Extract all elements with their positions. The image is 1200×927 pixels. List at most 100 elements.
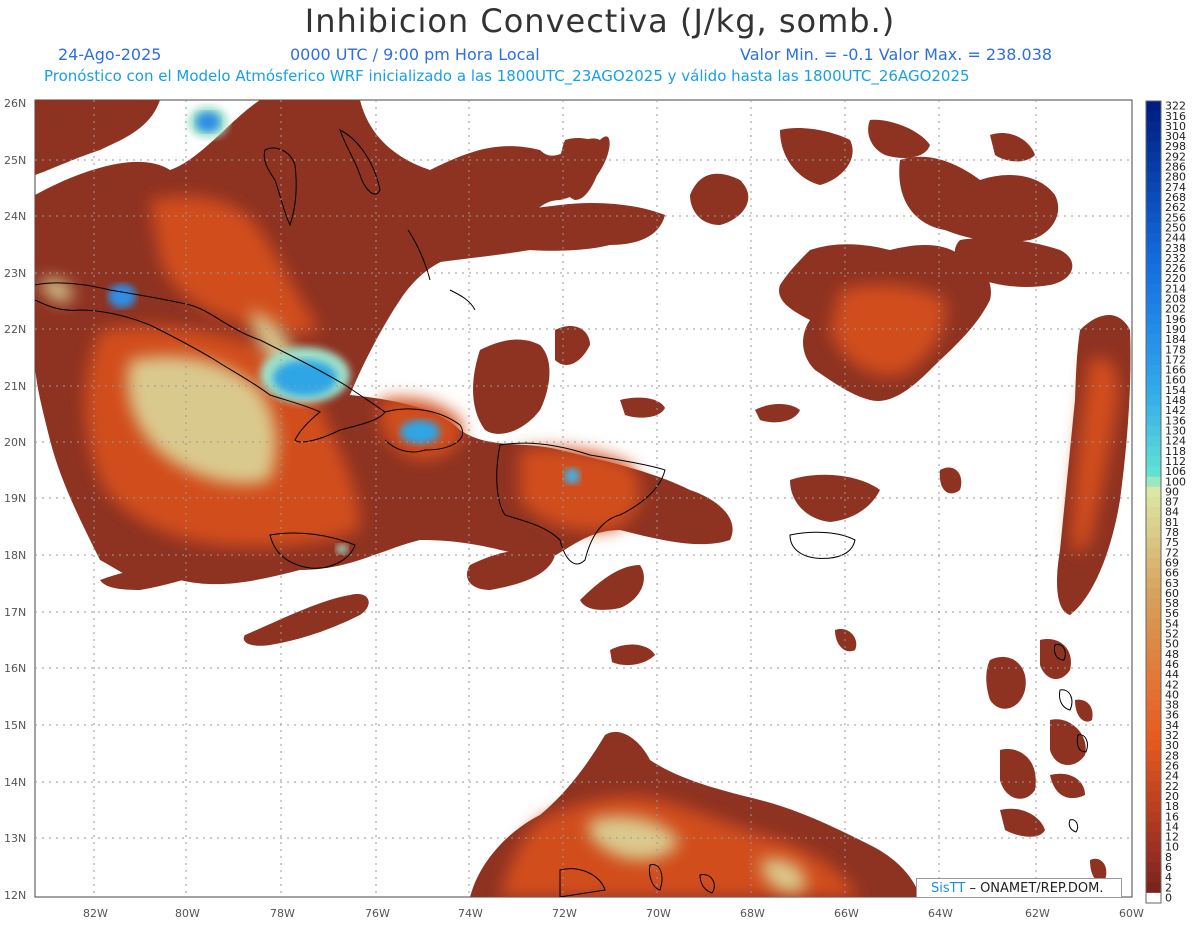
colorbar-swatch bbox=[1146, 659, 1161, 670]
lat-label: 26N bbox=[4, 97, 26, 110]
colorbar-swatch bbox=[1146, 527, 1161, 539]
colorbar-swatch bbox=[1146, 821, 1161, 833]
colorbar-swatch bbox=[1146, 730, 1161, 742]
colorbar-swatch bbox=[1146, 486, 1161, 498]
lat-label: 12N bbox=[4, 889, 26, 902]
lon-label: 76W bbox=[365, 907, 390, 920]
colorbar-swatch bbox=[1146, 253, 1161, 264]
colorbar-swatch bbox=[1146, 202, 1161, 214]
colorbar-swatch bbox=[1146, 375, 1161, 386]
colorbar: 3223163103042982922862802742682622562502… bbox=[1145, 100, 1186, 904]
colorbar-swatch bbox=[1146, 101, 1161, 112]
colorbar-swatch bbox=[1146, 872, 1161, 884]
colorbar-swatch bbox=[1146, 293, 1161, 305]
colorbar-swatch bbox=[1146, 385, 1161, 396]
colorbar-swatch bbox=[1146, 121, 1161, 132]
colorbar-swatch bbox=[1146, 588, 1161, 599]
colorbar-swatch bbox=[1146, 496, 1161, 508]
colorbar-swatch bbox=[1146, 557, 1161, 569]
lon-label: 74W bbox=[458, 907, 483, 920]
lon-label: 66W bbox=[834, 907, 859, 920]
lat-label: 23N bbox=[4, 267, 26, 280]
colorbar-swatch bbox=[1146, 131, 1161, 143]
colorbar-swatch bbox=[1146, 151, 1161, 163]
colorbar-swatch bbox=[1146, 791, 1161, 802]
colorbar-swatch bbox=[1146, 141, 1161, 153]
lat-label: 13N bbox=[4, 832, 26, 845]
colorbar-swatch bbox=[1146, 547, 1161, 559]
colorbar-swatch bbox=[1146, 334, 1161, 346]
colorbar-swatch bbox=[1146, 436, 1161, 447]
colorbar-swatch bbox=[1146, 699, 1161, 711]
lat-label: 18N bbox=[4, 549, 26, 562]
lon-label: 78W bbox=[270, 907, 295, 920]
colorbar-swatch bbox=[1146, 862, 1161, 874]
lon-label: 62W bbox=[1025, 907, 1050, 920]
lat-label: 15N bbox=[4, 719, 26, 732]
lon-label: 72W bbox=[552, 907, 577, 920]
colorbar-swatch bbox=[1146, 415, 1161, 427]
lat-label: 14N bbox=[4, 776, 26, 789]
colorbar-swatch bbox=[1146, 324, 1161, 335]
credit-text: – ONAMET/REP.DOM. bbox=[969, 881, 1104, 896]
colorbar-swatch bbox=[1146, 750, 1161, 762]
colorbar-swatch bbox=[1146, 842, 1161, 853]
colorbar-swatch bbox=[1146, 801, 1161, 813]
lat-label: 20N bbox=[4, 436, 26, 449]
colorbar-swatch bbox=[1146, 618, 1161, 630]
lon-label: 70W bbox=[646, 907, 671, 920]
colorbar-swatch bbox=[1146, 639, 1161, 650]
colorbar-swatch bbox=[1146, 344, 1161, 356]
colorbar-swatch bbox=[1146, 760, 1161, 772]
colorbar-swatch bbox=[1146, 598, 1161, 610]
colorbar-swatch bbox=[1146, 273, 1161, 285]
lon-label: 64W bbox=[928, 907, 953, 920]
lon-label: 80W bbox=[175, 907, 200, 920]
sistt-logo: SisTT bbox=[931, 881, 966, 896]
lat-label: 24N bbox=[4, 210, 26, 223]
lat-label: 25N bbox=[4, 154, 26, 167]
colorbar-swatch bbox=[1146, 222, 1161, 234]
colorbar-swatch bbox=[1146, 182, 1161, 193]
lat-label: 19N bbox=[4, 492, 26, 505]
colorbar-swatch bbox=[1146, 354, 1161, 366]
colorbar-swatch bbox=[1146, 263, 1161, 275]
colorbar-swatch bbox=[1146, 507, 1161, 518]
colorbar-swatch bbox=[1146, 771, 1161, 782]
colorbar-swatch bbox=[1146, 628, 1161, 640]
colorbar-swatch bbox=[1146, 831, 1161, 843]
lat-label: 22N bbox=[4, 323, 26, 336]
colorbar-swatch bbox=[1146, 578, 1161, 589]
colorbar-swatch bbox=[1146, 669, 1161, 681]
colorbar-swatch bbox=[1146, 567, 1161, 579]
colorbar-swatch bbox=[1146, 192, 1161, 204]
colorbar-swatch bbox=[1146, 283, 1161, 295]
colorbar-swatch bbox=[1146, 720, 1161, 731]
colorbar-swatch bbox=[1146, 740, 1161, 752]
colorbar-swatch bbox=[1146, 537, 1161, 549]
colorbar-swatch bbox=[1146, 710, 1161, 721]
colorbar-swatch bbox=[1146, 456, 1161, 467]
colorbar-swatch bbox=[1146, 111, 1161, 122]
latitude-labels: 26N 25N 24N 23N 22N 21N 20N 19N 18N 17N … bbox=[4, 97, 26, 902]
colorbar-swatch bbox=[1146, 811, 1161, 823]
lon-label: 82W bbox=[83, 907, 108, 920]
colorbar-swatch bbox=[1146, 425, 1161, 437]
cin-map: 26N 25N 24N 23N 22N 21N 20N 19N 18N 17N … bbox=[4, 97, 1186, 920]
colorbar-swatch bbox=[1146, 517, 1161, 528]
colorbar-swatch bbox=[1146, 476, 1161, 488]
lat-label: 17N bbox=[4, 606, 26, 619]
longitude-labels: 82W 80W 78W 76W 74W 72W 70W 68W 66W 64W … bbox=[83, 907, 1144, 920]
colorbar-swatch bbox=[1146, 405, 1161, 417]
colorbar-swatch bbox=[1146, 232, 1161, 244]
colorbar-swatch bbox=[1146, 172, 1161, 183]
colorbar-swatch bbox=[1146, 395, 1161, 407]
colorbar-swatch bbox=[1146, 446, 1161, 457]
colorbar-swatch bbox=[1146, 364, 1161, 376]
colorbar-swatch bbox=[1146, 161, 1161, 173]
colorbar-label: 0 bbox=[1165, 891, 1172, 904]
lon-label: 60W bbox=[1119, 907, 1144, 920]
colorbar-swatch bbox=[1146, 466, 1161, 478]
colorbar-swatch bbox=[1146, 212, 1161, 224]
colorbar-swatch bbox=[1146, 689, 1161, 701]
